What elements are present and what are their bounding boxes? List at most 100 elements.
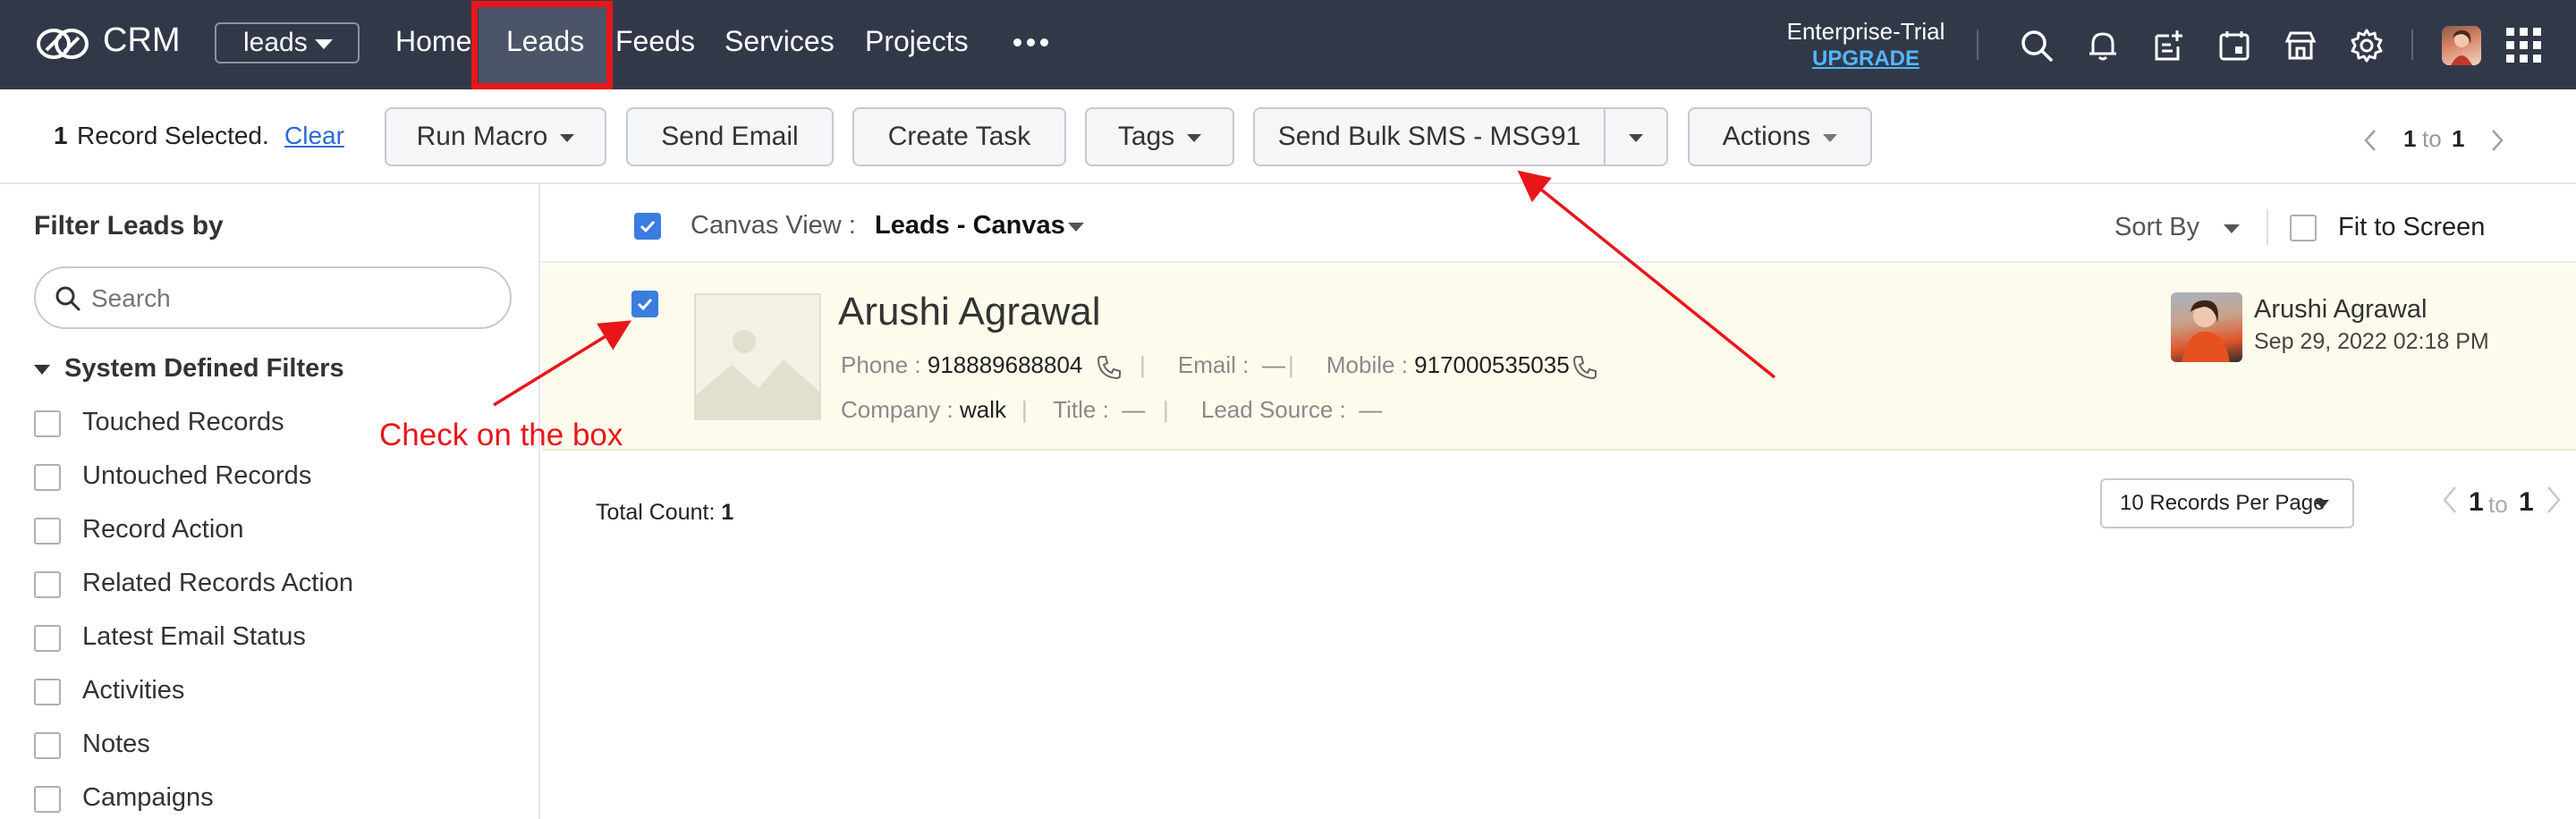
- phone-icon[interactable]: [1571, 353, 1599, 382]
- field-separator: |: [1021, 396, 1028, 423]
- filter-item-label: Campaigns: [82, 783, 214, 812]
- title-label: Title :: [1053, 396, 1109, 423]
- nav-tab-home[interactable]: Home: [395, 25, 471, 58]
- sort-by-select[interactable]: Sort By: [2114, 213, 2199, 242]
- filter-search-box[interactable]: [34, 266, 512, 329]
- nav-tab-projects[interactable]: Projects: [865, 25, 969, 58]
- pager-to: 1: [2519, 487, 2534, 517]
- owner-avatar[interactable]: [2171, 292, 2242, 362]
- filter-title: Filter Leads by: [34, 211, 224, 241]
- filter-item-label: Record Action: [82, 515, 244, 544]
- title-value: —: [1122, 396, 1146, 423]
- send-bulk-sms-dropdown[interactable]: [1604, 107, 1668, 166]
- gear-icon[interactable]: [2348, 27, 2385, 64]
- caret-down-icon: [34, 364, 50, 375]
- pager-from: 1: [2469, 487, 2484, 517]
- filter-item-label: Latest Email Status: [82, 622, 306, 651]
- chevron-down-icon[interactable]: [2224, 224, 2240, 233]
- mobile-label: Mobile :: [1326, 351, 1408, 378]
- record-name[interactable]: Arushi Agrawal: [838, 290, 1100, 334]
- tags-button[interactable]: Tags: [1085, 107, 1234, 166]
- divider: [1977, 30, 1979, 60]
- pager-from: 1: [2403, 125, 2417, 152]
- fit-to-screen-checkbox[interactable]: [2290, 215, 2317, 241]
- chevron-down-icon: [560, 133, 575, 142]
- annotation-highlight-box: [471, 1, 613, 89]
- filter-checkbox[interactable]: [34, 786, 61, 813]
- system-filters-header[interactable]: System Defined Filters: [34, 354, 344, 384]
- top-navigation-bar: CRM leads Home Leads Feeds Services Proj…: [0, 0, 2576, 89]
- search-icon: [55, 286, 80, 311]
- nav-tab-services[interactable]: Services: [724, 25, 835, 58]
- chevron-right-icon[interactable]: [2546, 485, 2562, 514]
- phone-icon[interactable]: [1095, 353, 1123, 382]
- calendar-icon[interactable]: [2216, 27, 2253, 64]
- filter-checkbox[interactable]: [34, 571, 61, 598]
- record-lead-source-field: | Lead Source : —: [1163, 396, 1382, 424]
- field-separator: |: [1163, 396, 1169, 423]
- company-value: walk: [959, 396, 1006, 423]
- filter-checkbox[interactable]: [34, 732, 61, 759]
- send-email-label: Send Email: [661, 122, 799, 151]
- marketplace-icon[interactable]: [2282, 27, 2319, 64]
- records-per-page-select[interactable]: 10 Records Per Page: [2100, 478, 2354, 528]
- record-title-field: | Title : —: [1021, 396, 1145, 424]
- checkmark-icon: [640, 220, 656, 233]
- user-avatar[interactable]: [2442, 26, 2481, 65]
- lead-source-label: Lead Source :: [1200, 396, 1346, 423]
- record-company-field: Company : walk: [841, 396, 1006, 424]
- phone-value[interactable]: 918889688804: [928, 351, 1083, 378]
- filter-checkbox[interactable]: [34, 464, 61, 491]
- upgrade-link[interactable]: UPGRADE: [1771, 46, 1961, 72]
- records-per-page-value: 10 Records Per Page: [2120, 491, 2326, 515]
- image-placeholder-icon: [696, 330, 819, 418]
- chevron-left-icon[interactable]: [2363, 129, 2377, 152]
- add-note-icon[interactable]: [2149, 27, 2187, 64]
- filter-checkbox[interactable]: [34, 679, 61, 705]
- email-value: —: [1261, 351, 1285, 378]
- system-filters-label: System Defined Filters: [64, 354, 344, 383]
- crm-logo-icon[interactable]: [34, 23, 91, 64]
- send-email-button[interactable]: Send Email: [626, 107, 834, 166]
- filter-panel: Filter Leads by System Defined Filters T…: [0, 184, 540, 819]
- actions-button[interactable]: Actions: [1688, 107, 1872, 166]
- canvas-view-select[interactable]: Leads - Canvas: [875, 211, 1065, 241]
- apps-grid-icon[interactable]: [2506, 28, 2542, 63]
- mobile-value[interactable]: 917000535035: [1414, 351, 1570, 378]
- record-timestamp: Sep 29, 2022 02:18 PM: [2254, 329, 2489, 354]
- owner-name[interactable]: Arushi Agrawal: [2254, 295, 2427, 325]
- fit-to-screen-label: Fit to Screen: [2338, 213, 2486, 241]
- user-avatar-image: [2451, 30, 2472, 65]
- select-all-checkbox[interactable]: [634, 213, 661, 240]
- more-tabs-icon[interactable]: [1013, 38, 1049, 47]
- total-count: Total Count: 1: [596, 500, 733, 526]
- record-image-placeholder[interactable]: [694, 293, 821, 420]
- filter-item-label: Notes: [82, 730, 150, 758]
- bell-icon[interactable]: [2084, 27, 2122, 64]
- record-phone-field: Phone : 918889688804: [841, 351, 1082, 379]
- brand-name: CRM: [103, 21, 181, 59]
- run-macro-button[interactable]: Run Macro: [385, 107, 606, 166]
- create-task-button[interactable]: Create Task: [852, 107, 1066, 166]
- selected-label: Record Selected.: [77, 122, 269, 149]
- chevron-down-icon: [1823, 133, 1838, 142]
- nav-tab-feeds[interactable]: Feeds: [615, 25, 695, 58]
- company-label: Company :: [841, 396, 953, 423]
- record-checkbox[interactable]: [631, 291, 658, 317]
- checkmark-icon: [637, 298, 653, 311]
- filter-checkbox[interactable]: [34, 625, 61, 652]
- filter-checkbox[interactable]: [34, 410, 61, 437]
- clear-selection-link[interactable]: Clear: [284, 122, 344, 150]
- module-select[interactable]: leads: [215, 22, 360, 63]
- annotation-text: Check on the box: [379, 418, 623, 452]
- chevron-right-icon[interactable]: [2490, 129, 2504, 152]
- filter-search-input[interactable]: [91, 283, 485, 315]
- total-count-label: Total Count:: [596, 500, 716, 525]
- send-bulk-sms-button[interactable]: Send Bulk SMS - MSG91: [1253, 107, 1606, 166]
- chevron-left-icon[interactable]: [2442, 485, 2458, 514]
- filter-checkbox[interactable]: [34, 518, 61, 545]
- search-icon[interactable]: [2018, 27, 2055, 64]
- record-email-field: | Email : —: [1140, 351, 1285, 379]
- caret-down-icon: [2315, 500, 2329, 509]
- chevron-down-icon[interactable]: [1068, 223, 1084, 232]
